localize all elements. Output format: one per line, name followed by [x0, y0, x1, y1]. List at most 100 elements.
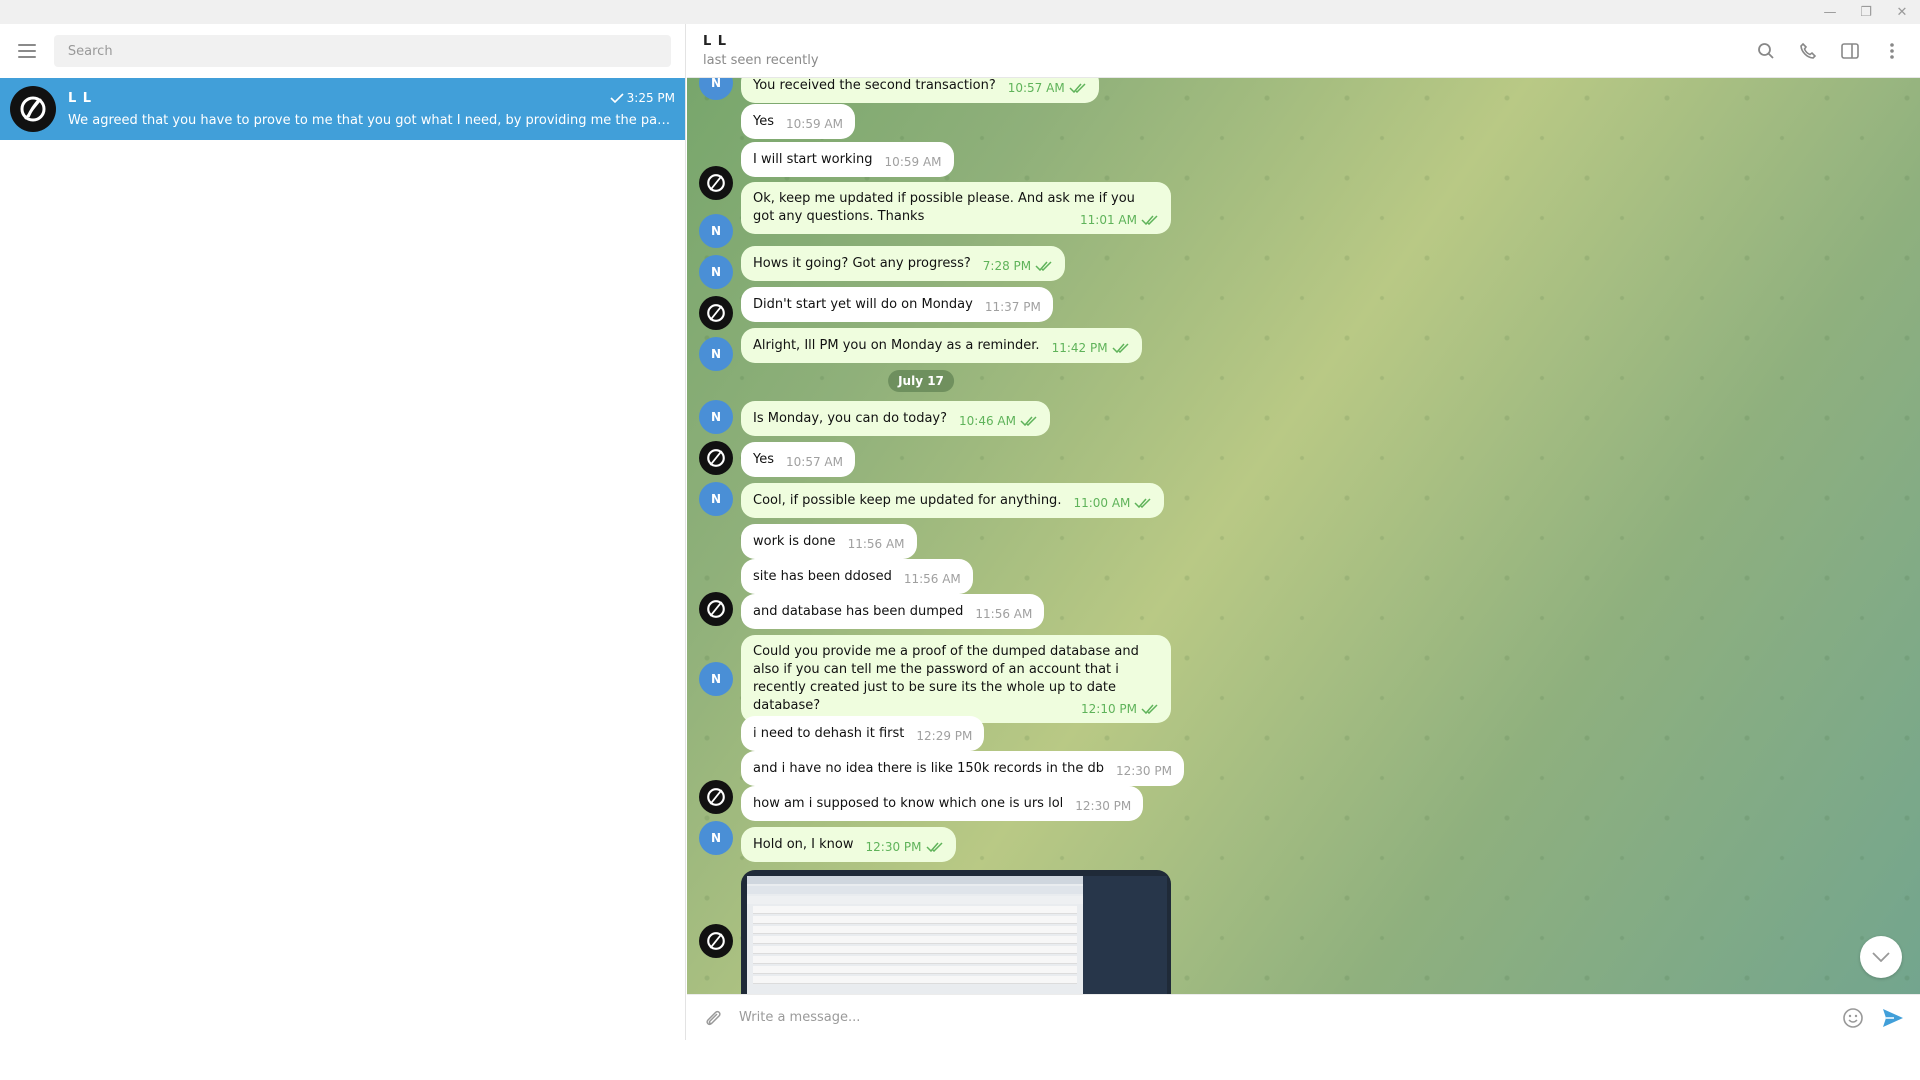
- double-check-icon: [925, 842, 943, 852]
- message-bubble[interactable]: Is Monday, you can do today? 10:46 AM: [741, 401, 1050, 436]
- avatar[interactable]: N: [699, 78, 733, 100]
- message-bubble[interactable]: site has been ddosed 11:56 AM: [741, 559, 973, 594]
- ll-logo-icon: [707, 788, 725, 806]
- message-time: 12:10 PM: [1081, 702, 1137, 716]
- message-bubble[interactable]: i need to dehash it first 12:29 PM: [741, 716, 985, 751]
- message-time: 11:00 AM: [1073, 496, 1131, 510]
- message-bubble[interactable]: how am i supposed to know which one is u…: [741, 786, 1144, 821]
- message-text: Cool, if possible keep me updated for an…: [753, 493, 1062, 508]
- double-check-icon: [1069, 83, 1086, 93]
- message-text: i need to dehash it first: [753, 726, 905, 741]
- avatar[interactable]: [699, 166, 733, 200]
- message-time: 10:59 AM: [786, 117, 843, 131]
- message-bubble[interactable]: Hows it going? Got any progress? 7:28 PM: [741, 246, 1066, 281]
- chat-panel: L L last seen recently N N N N N N N N Y…: [687, 24, 1920, 1040]
- message-input[interactable]: [739, 1010, 1812, 1025]
- message-meta: 11:00 AM: [1073, 494, 1152, 512]
- message-bubble[interactable]: Ok, keep me updated if possible please. …: [741, 182, 1171, 234]
- message-meta: 12:10 PM: [1081, 700, 1159, 718]
- message-meta: 11:01 AM: [1080, 211, 1159, 229]
- chat-name: L L: [68, 90, 93, 106]
- avatar[interactable]: N: [699, 255, 733, 289]
- message-composer: [687, 994, 1920, 1040]
- message-time: 11:56 AM: [975, 607, 1033, 621]
- close-icon[interactable]: ✕: [1884, 0, 1920, 24]
- message-bubble[interactable]: Yes 10:57 AM: [741, 442, 855, 477]
- avatar[interactable]: N: [699, 482, 733, 516]
- message-list[interactable]: N N N N N N N N You received the second …: [687, 78, 1920, 994]
- message-time: 10:59 AM: [884, 155, 942, 169]
- more-options-icon[interactable]: [1880, 39, 1904, 63]
- message-text: Hows it going? Got any progress?: [753, 256, 971, 271]
- read-check-icon: [610, 93, 624, 103]
- message-bubble[interactable]: Alright, Ill PM you on Monday as a remin…: [741, 328, 1142, 363]
- avatar[interactable]: N: [699, 662, 733, 696]
- image-message[interactable]: [741, 870, 1171, 994]
- message-text: Alright, Ill PM you on Monday as a remin…: [753, 338, 1040, 353]
- chat-header: L L last seen recently: [687, 24, 1920, 78]
- avatar[interactable]: [699, 924, 733, 958]
- ll-logo-icon: [707, 174, 725, 192]
- message-time: 11:37 PM: [984, 300, 1041, 314]
- menu-icon[interactable]: [14, 38, 40, 64]
- message-meta: 10:57 AM: [1008, 79, 1087, 97]
- attach-icon[interactable]: [701, 1006, 725, 1030]
- window-titlebar: — ❐ ✕: [0, 0, 1920, 24]
- message-text: work is done: [753, 534, 836, 549]
- avatar[interactable]: N: [699, 821, 733, 855]
- emoji-icon[interactable]: [1840, 1005, 1866, 1031]
- message-text: Hold on, I know: [753, 837, 854, 852]
- message-bubble[interactable]: Hold on, I know 12:30 PM: [741, 827, 956, 862]
- avatar[interactable]: N: [699, 214, 733, 248]
- message-time: 11:56 AM: [903, 572, 961, 586]
- message-bubble[interactable]: Cool, if possible keep me updated for an…: [741, 483, 1165, 518]
- message-text: how am i supposed to know which one is u…: [753, 796, 1064, 811]
- maximize-icon[interactable]: ❐: [1848, 0, 1884, 24]
- double-check-icon: [1141, 215, 1158, 225]
- message-meta: 12:30 PM: [866, 838, 944, 856]
- message-time: 12:29 PM: [916, 729, 973, 743]
- scroll-down-button[interactable]: [1860, 936, 1902, 978]
- peer-name: L L: [703, 33, 728, 49]
- message-bubble[interactable]: Didn't start yet will do on Monday 11:37 …: [741, 287, 1053, 322]
- phone-icon[interactable]: [1796, 39, 1820, 63]
- message-bubble[interactable]: Could you provide me a proof of the dump…: [741, 635, 1171, 723]
- message-text: Ok, keep me updated if possible please. …: [753, 191, 1135, 224]
- message-meta: 11:56 AM: [848, 535, 905, 553]
- chat-info: L L 3:25 PM We agreed that you have to p…: [68, 91, 675, 128]
- message-meta: 12:30 PM: [1116, 762, 1172, 780]
- double-check-icon: [1020, 416, 1037, 426]
- send-icon[interactable]: [1880, 1005, 1906, 1031]
- avatar: [10, 86, 56, 132]
- peer-info[interactable]: L L last seen recently: [703, 34, 1754, 68]
- chat-list-item[interactable]: L L 3:25 PM We agreed that you have to p…: [0, 78, 685, 140]
- message-bubble[interactable]: I will start working 10:59 AM: [741, 142, 954, 177]
- minimize-icon[interactable]: —: [1812, 0, 1848, 24]
- message-meta: 11:56 AM: [904, 570, 961, 588]
- avatar[interactable]: [699, 296, 733, 330]
- message-bubble[interactable]: and database has been dumped 11:56 AM: [741, 594, 1045, 629]
- message-bubble[interactable]: and i have no idea there is like 150k re…: [741, 751, 1184, 786]
- avatar[interactable]: N: [699, 400, 733, 434]
- sidebar-toggle-icon[interactable]: [1838, 39, 1862, 63]
- message-time: 10:46 AM: [959, 414, 1016, 428]
- avatar[interactable]: N: [699, 337, 733, 371]
- message-bubble[interactable]: Yes 10:59 AM: [741, 104, 855, 139]
- avatar[interactable]: [699, 780, 733, 814]
- avatar[interactable]: [699, 592, 733, 626]
- date-separator: July 17: [888, 370, 954, 392]
- message-text: Yes: [753, 452, 774, 467]
- message-meta: 10:59 AM: [786, 115, 843, 133]
- message-text: site has been ddosed: [753, 569, 892, 584]
- message-meta: 12:29 PM: [916, 727, 972, 745]
- sidebar: L L 3:25 PM We agreed that you have to p…: [0, 24, 686, 1040]
- search-icon[interactable]: [1754, 39, 1778, 63]
- search-input[interactable]: [53, 35, 671, 67]
- ll-logo-icon: [707, 304, 725, 322]
- message-bubble[interactable]: work is done 11:56 AM: [741, 524, 917, 559]
- message-bubble[interactable]: You received the second transaction? 10:5…: [741, 78, 1099, 103]
- message-text: and database has been dumped: [753, 604, 964, 619]
- avatar[interactable]: [699, 441, 733, 475]
- ll-logo-icon: [707, 600, 725, 618]
- message-time: 10:57 AM: [1007, 81, 1065, 95]
